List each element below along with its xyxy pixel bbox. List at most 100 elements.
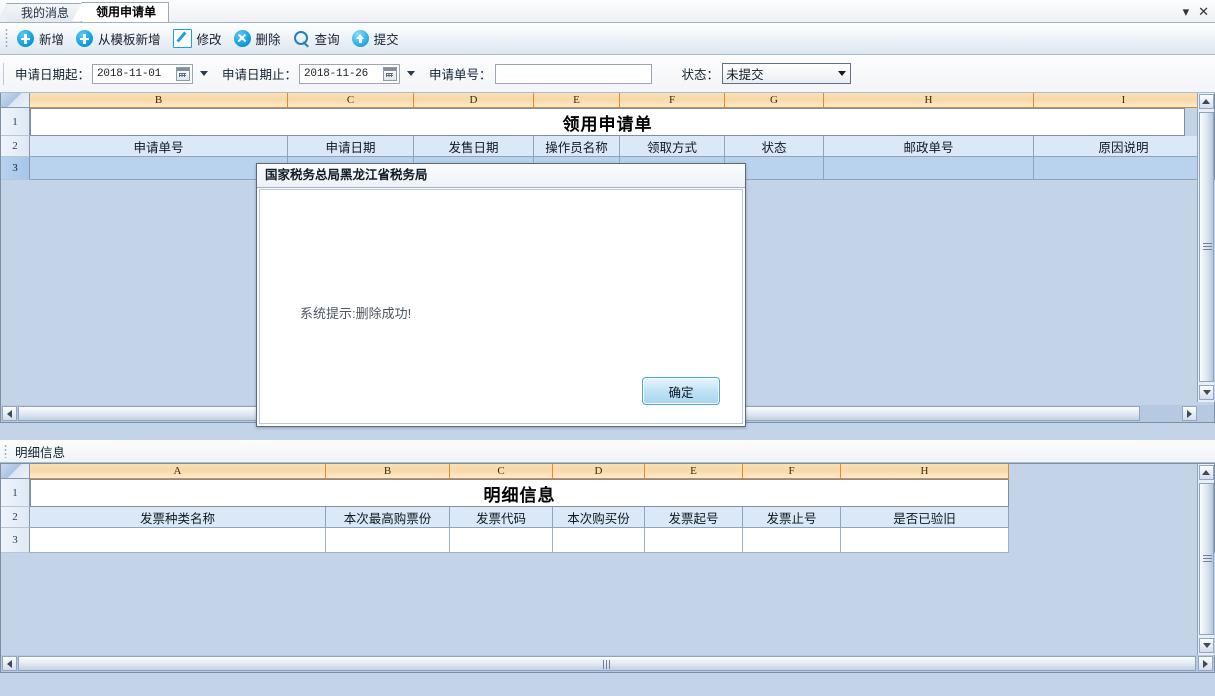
scroll-up-arrow[interactable] xyxy=(1199,94,1214,109)
column-header-C[interactable]: C xyxy=(288,93,414,108)
header-cell-pickup-method: 领取方式 xyxy=(620,136,725,157)
plus-circle-icon xyxy=(76,30,93,47)
status-select[interactable]: 未提交 xyxy=(722,63,851,84)
column-header-F[interactable]: F xyxy=(743,464,841,479)
column-header-I[interactable]: I xyxy=(1034,93,1214,108)
header-cell-purchase-qty: 本次购买份 xyxy=(553,507,645,528)
data-cell[interactable] xyxy=(645,528,743,553)
horizontal-scroll-thumb[interactable] xyxy=(18,656,1196,671)
column-header-H[interactable]: H xyxy=(824,93,1034,108)
detail-drag-grip[interactable] xyxy=(4,444,9,458)
data-cell[interactable] xyxy=(450,528,553,553)
scroll-left-arrow[interactable] xyxy=(2,656,17,671)
detail-column-header-row: A B C D E F H xyxy=(1,464,1215,479)
scroll-right-arrow[interactable] xyxy=(1182,406,1197,421)
master-vertical-scrollbar[interactable] xyxy=(1197,93,1214,402)
column-header-D[interactable]: D xyxy=(553,464,645,479)
data-cell[interactable] xyxy=(553,528,645,553)
submit-button[interactable]: 提交 xyxy=(348,26,407,52)
column-header-A[interactable]: A xyxy=(30,464,326,479)
chevron-down-icon[interactable] xyxy=(200,71,208,76)
data-cell[interactable] xyxy=(326,528,450,553)
modify-button-label: 修改 xyxy=(197,29,222,48)
scroll-right-arrow[interactable] xyxy=(1198,656,1213,671)
table-row[interactable]: 3 xyxy=(1,528,1215,553)
scroll-up-arrow[interactable] xyxy=(1199,465,1214,480)
dialog-ok-button[interactable]: 确定 xyxy=(642,377,720,405)
application-window: 我的消息 领用申请单 ▾ ✕ 新增 从模板新增 修改 删除 xyxy=(0,0,1215,696)
row-header-2[interactable]: 2 xyxy=(1,136,30,157)
query-button-label: 查询 xyxy=(315,29,340,48)
header-cell-operator-name: 操作员名称 xyxy=(534,136,620,157)
detail-section-label: 明细信息 xyxy=(15,442,65,461)
chevron-down-icon[interactable] xyxy=(407,71,415,76)
grid-corner-selector[interactable] xyxy=(1,464,30,479)
row-header-1[interactable]: 1 xyxy=(1,108,30,136)
status-label: 状态： xyxy=(682,64,720,83)
filter-drag-grip[interactable] xyxy=(3,63,9,85)
column-header-E[interactable]: E xyxy=(645,464,743,479)
scroll-down-arrow[interactable] xyxy=(1199,385,1214,400)
column-header-B[interactable]: B xyxy=(326,464,450,479)
row-header-3[interactable]: 3 xyxy=(1,528,30,553)
modify-button[interactable]: 修改 xyxy=(169,26,230,52)
column-header-G[interactable]: G xyxy=(725,93,824,108)
column-header-H[interactable]: H xyxy=(841,464,1009,479)
chevron-down-icon[interactable]: ▾ xyxy=(1183,5,1190,18)
detail-grid-title: 明细信息 xyxy=(30,479,1009,507)
column-header-B[interactable]: B xyxy=(30,93,288,108)
toolbar-drag-grip[interactable] xyxy=(3,29,12,49)
column-header-E[interactable]: E xyxy=(534,93,620,108)
tab-application-form[interactable]: 领用申请单 xyxy=(81,2,169,22)
date-from-input[interactable]: 2018-11-01 xyxy=(92,64,193,84)
data-cell[interactable] xyxy=(30,528,326,553)
tab-label: 领用申请单 xyxy=(96,5,156,19)
close-icon[interactable]: ✕ xyxy=(1198,5,1209,18)
delete-button[interactable]: 删除 xyxy=(230,26,289,52)
filter-bar: 申请日期起： 2018-11-01 申请日期止： 2018-11-26 申请单号… xyxy=(0,55,1215,93)
tab-strip: 我的消息 领用申请单 ▾ ✕ xyxy=(0,0,1215,23)
query-button[interactable]: 查询 xyxy=(289,26,348,52)
edit-pencil-icon xyxy=(173,29,192,48)
vertical-scroll-thumb[interactable] xyxy=(1199,483,1214,635)
master-column-header-row: B C D E F G H I xyxy=(1,93,1215,108)
row-header-3[interactable]: 3 xyxy=(1,157,30,180)
apply-no-input[interactable] xyxy=(495,64,652,84)
header-cell-invoice-end-no: 发票止号 xyxy=(743,507,841,528)
scroll-left-arrow[interactable] xyxy=(2,406,17,421)
window-controls: ▾ ✕ xyxy=(1183,2,1209,20)
master-header-row: 2 申请单号 申请日期 发售日期 操作员名称 领取方式 状态 邮政单号 原因说明 xyxy=(1,136,1215,157)
tab-my-messages[interactable]: 我的消息 xyxy=(6,3,82,22)
detail-title-row: 1 明细信息 xyxy=(1,479,1215,507)
new-button[interactable]: 新增 xyxy=(13,26,72,52)
column-header-C[interactable]: C xyxy=(450,464,553,479)
data-cell[interactable] xyxy=(743,528,841,553)
calendar-icon[interactable] xyxy=(383,67,397,81)
vertical-scroll-thumb[interactable] xyxy=(1199,112,1214,382)
detail-vertical-scrollbar[interactable] xyxy=(1197,464,1214,655)
row-header-2[interactable]: 2 xyxy=(1,507,30,528)
tab-label: 我的消息 xyxy=(21,6,69,20)
tab-list: 我的消息 领用申请单 xyxy=(6,2,168,22)
grid-corner-selector[interactable] xyxy=(1,93,30,108)
tab-slant-left xyxy=(0,3,7,22)
header-cell-verified-old: 是否已验旧 xyxy=(841,507,1009,528)
chevron-down-icon xyxy=(838,71,846,76)
row-header-1[interactable]: 1 xyxy=(1,479,30,507)
plus-circle-icon xyxy=(17,30,34,47)
data-cell[interactable] xyxy=(841,528,1009,553)
data-cell[interactable] xyxy=(30,157,288,180)
scroll-down-arrow[interactable] xyxy=(1199,638,1214,653)
calendar-icon[interactable] xyxy=(176,67,190,81)
data-cell[interactable] xyxy=(824,157,1034,180)
column-header-D[interactable]: D xyxy=(414,93,534,108)
detail-grid-frame: A B C D E F H 1 明细信息 2 发票种类名称 本次最高购票份 发票… xyxy=(0,463,1215,673)
detail-horizontal-scrollbar[interactable] xyxy=(1,655,1214,672)
tab-slant-left xyxy=(72,2,82,21)
data-cell[interactable] xyxy=(1034,157,1214,180)
submit-button-label: 提交 xyxy=(374,29,399,48)
date-to-input[interactable]: 2018-11-26 xyxy=(299,64,400,84)
new-from-template-button[interactable]: 从模板新增 xyxy=(72,26,169,52)
column-header-F[interactable]: F xyxy=(620,93,725,108)
status-select-value: 未提交 xyxy=(726,64,764,83)
